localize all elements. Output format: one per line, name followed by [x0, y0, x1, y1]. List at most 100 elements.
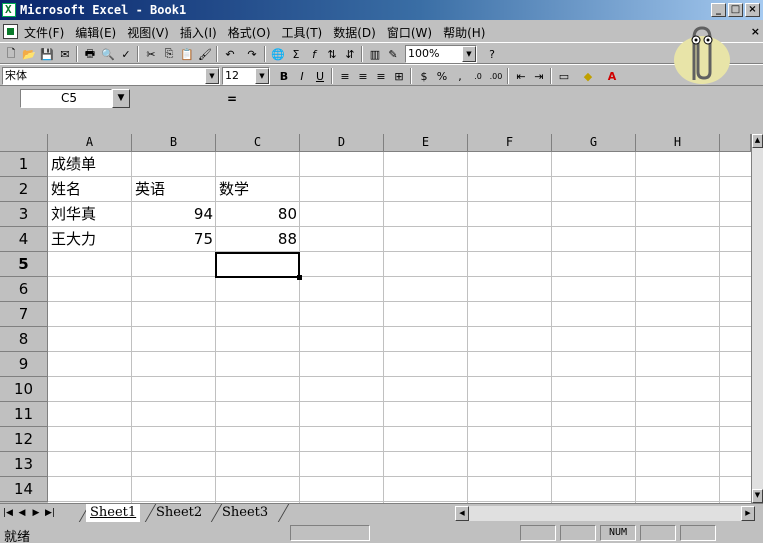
undo-icon[interactable]: ↶	[222, 46, 238, 62]
first-sheet-icon[interactable]: |◀	[2, 507, 14, 520]
paste-icon[interactable]: 📋	[179, 46, 195, 62]
row-header-11[interactable]: 11	[0, 402, 48, 427]
prev-sheet-icon[interactable]: ◀	[16, 507, 28, 520]
chevron-down-icon[interactable]: ▼	[255, 68, 269, 84]
office-assistant-paperclip-icon[interactable]	[672, 20, 732, 86]
row-header-10[interactable]: 10	[0, 377, 48, 402]
column-header-partial[interactable]	[720, 134, 751, 152]
currency-icon[interactable]: $	[416, 68, 432, 84]
align-left-icon[interactable]: ≡	[337, 68, 353, 84]
merge-center-icon[interactable]: ⊞	[391, 68, 407, 84]
cell-c2[interactable]: 数学	[216, 177, 300, 201]
open-icon[interactable]: 📂	[21, 46, 37, 62]
row-header-14[interactable]: 14	[0, 477, 48, 502]
scroll-up-icon[interactable]: ▲	[752, 134, 763, 148]
font-size-dropdown[interactable]: 12 ▼	[222, 67, 270, 85]
cell-b3[interactable]: 94	[132, 202, 216, 226]
excel-app-icon[interactable]	[2, 3, 16, 17]
print-icon[interactable]: 🖶	[82, 46, 98, 62]
help-icon[interactable]: ?	[484, 46, 500, 62]
cell-a1[interactable]: 成绩单	[48, 152, 132, 176]
percent-icon[interactable]: %	[434, 68, 450, 84]
chevron-down-icon[interactable]: ▼	[205, 68, 219, 84]
menu-insert[interactable]: 插入(I)	[180, 24, 217, 41]
decrease-indent-icon[interactable]: ⇤	[513, 68, 529, 84]
font-dropdown[interactable]: 宋体 ▼	[2, 67, 220, 85]
menu-format[interactable]: 格式(O)	[228, 24, 271, 41]
row-header-5[interactable]: 5	[0, 252, 48, 277]
close-button[interactable]: ×	[745, 3, 760, 17]
row-header-3[interactable]: 3	[0, 202, 48, 227]
tab-sheet3[interactable]: Sheet3	[218, 504, 272, 522]
italic-icon[interactable]: I	[294, 68, 310, 84]
sort-descending-icon[interactable]: ⇵	[342, 46, 358, 62]
underline-icon[interactable]: U	[312, 68, 328, 84]
next-sheet-icon[interactable]: ▶	[30, 507, 42, 520]
zoom-dropdown[interactable]: 100% ▼	[405, 45, 477, 63]
row-header-6[interactable]: 6	[0, 277, 48, 302]
autosum-icon[interactable]: Σ	[288, 46, 304, 62]
increase-indent-icon[interactable]: ⇥	[531, 68, 547, 84]
borders-icon[interactable]: ▭	[556, 68, 572, 84]
row-header-12[interactable]: 12	[0, 427, 48, 452]
cell-a2[interactable]: 姓名	[48, 177, 132, 201]
email-icon[interactable]: ✉	[57, 46, 73, 62]
row-header-2[interactable]: 2	[0, 177, 48, 202]
menu-view[interactable]: 视图(V)	[127, 24, 169, 41]
tab-sheet1[interactable]: Sheet1	[86, 504, 141, 522]
print-preview-icon[interactable]: 🔍	[100, 46, 116, 62]
row-header-1[interactable]: 1	[0, 152, 48, 177]
document-icon[interactable]	[3, 24, 18, 39]
cell-a3[interactable]: 刘华真	[48, 202, 132, 226]
font-color-icon[interactable]: A	[604, 68, 620, 84]
select-all-corner[interactable]	[0, 134, 48, 152]
vertical-scrollbar[interactable]: ▲ ▼	[751, 134, 763, 503]
scroll-down-icon[interactable]: ▼	[752, 489, 763, 503]
column-header-e[interactable]: E	[384, 134, 468, 152]
increase-decimal-icon[interactable]: .0	[470, 68, 486, 84]
column-header-g[interactable]: G	[552, 134, 636, 152]
cell-c4[interactable]: 88	[216, 227, 300, 251]
row-header-13[interactable]: 13	[0, 452, 48, 477]
row-header-9[interactable]: 9	[0, 352, 48, 377]
save-icon[interactable]: 💾	[39, 46, 55, 62]
menu-tools[interactable]: 工具(T)	[282, 24, 323, 41]
menu-file[interactable]: 文件(F)	[24, 24, 64, 41]
align-right-icon[interactable]: ≡	[373, 68, 389, 84]
active-cell-c5[interactable]	[215, 252, 302, 280]
fill-color-icon[interactable]: ◆	[580, 68, 596, 84]
decrease-decimal-icon[interactable]: .00	[488, 68, 504, 84]
close-workbook-icon[interactable]: ×	[751, 25, 760, 38]
column-header-c[interactable]: C	[216, 134, 300, 152]
column-header-h[interactable]: H	[636, 134, 720, 152]
edit-formula-button[interactable]: =	[227, 92, 237, 106]
row-header-4[interactable]: 4	[0, 227, 48, 252]
tab-sheet2[interactable]: Sheet2	[152, 504, 206, 522]
scroll-right-icon[interactable]: ▶	[741, 506, 755, 521]
format-painter-icon[interactable]: 🖌	[197, 46, 213, 62]
row-header-7[interactable]: 7	[0, 302, 48, 327]
new-icon[interactable]: 🗋	[3, 46, 19, 62]
chart-wizard-icon[interactable]: ▥	[367, 46, 383, 62]
copy-icon[interactable]: ⎘	[161, 46, 177, 62]
bold-icon[interactable]: B	[276, 68, 292, 84]
maximize-button[interactable]: □	[728, 3, 743, 17]
last-sheet-icon[interactable]: ▶|	[44, 507, 56, 520]
row-header-8[interactable]: 8	[0, 327, 48, 352]
chevron-down-icon[interactable]: ▼	[112, 89, 130, 108]
column-header-b[interactable]: B	[132, 134, 216, 152]
cell-a4[interactable]: 王大力	[48, 227, 132, 251]
menu-window[interactable]: 窗口(W)	[387, 24, 432, 41]
horizontal-scrollbar[interactable]: ◀ ▶	[455, 506, 755, 521]
hyperlink-icon[interactable]: 🌐	[270, 46, 286, 62]
comma-icon[interactable]: ,	[452, 68, 468, 84]
spelling-icon[interactable]: ✓	[118, 46, 134, 62]
function-icon[interactable]: f	[306, 46, 322, 62]
name-box[interactable]: C5	[20, 89, 112, 108]
scroll-left-icon[interactable]: ◀	[455, 506, 469, 521]
column-header-d[interactable]: D	[300, 134, 384, 152]
cell-b4[interactable]: 75	[132, 227, 216, 251]
sort-ascending-icon[interactable]: ⇅	[324, 46, 340, 62]
redo-icon[interactable]: ↷	[244, 46, 260, 62]
drawing-icon[interactable]: ✎	[385, 46, 401, 62]
